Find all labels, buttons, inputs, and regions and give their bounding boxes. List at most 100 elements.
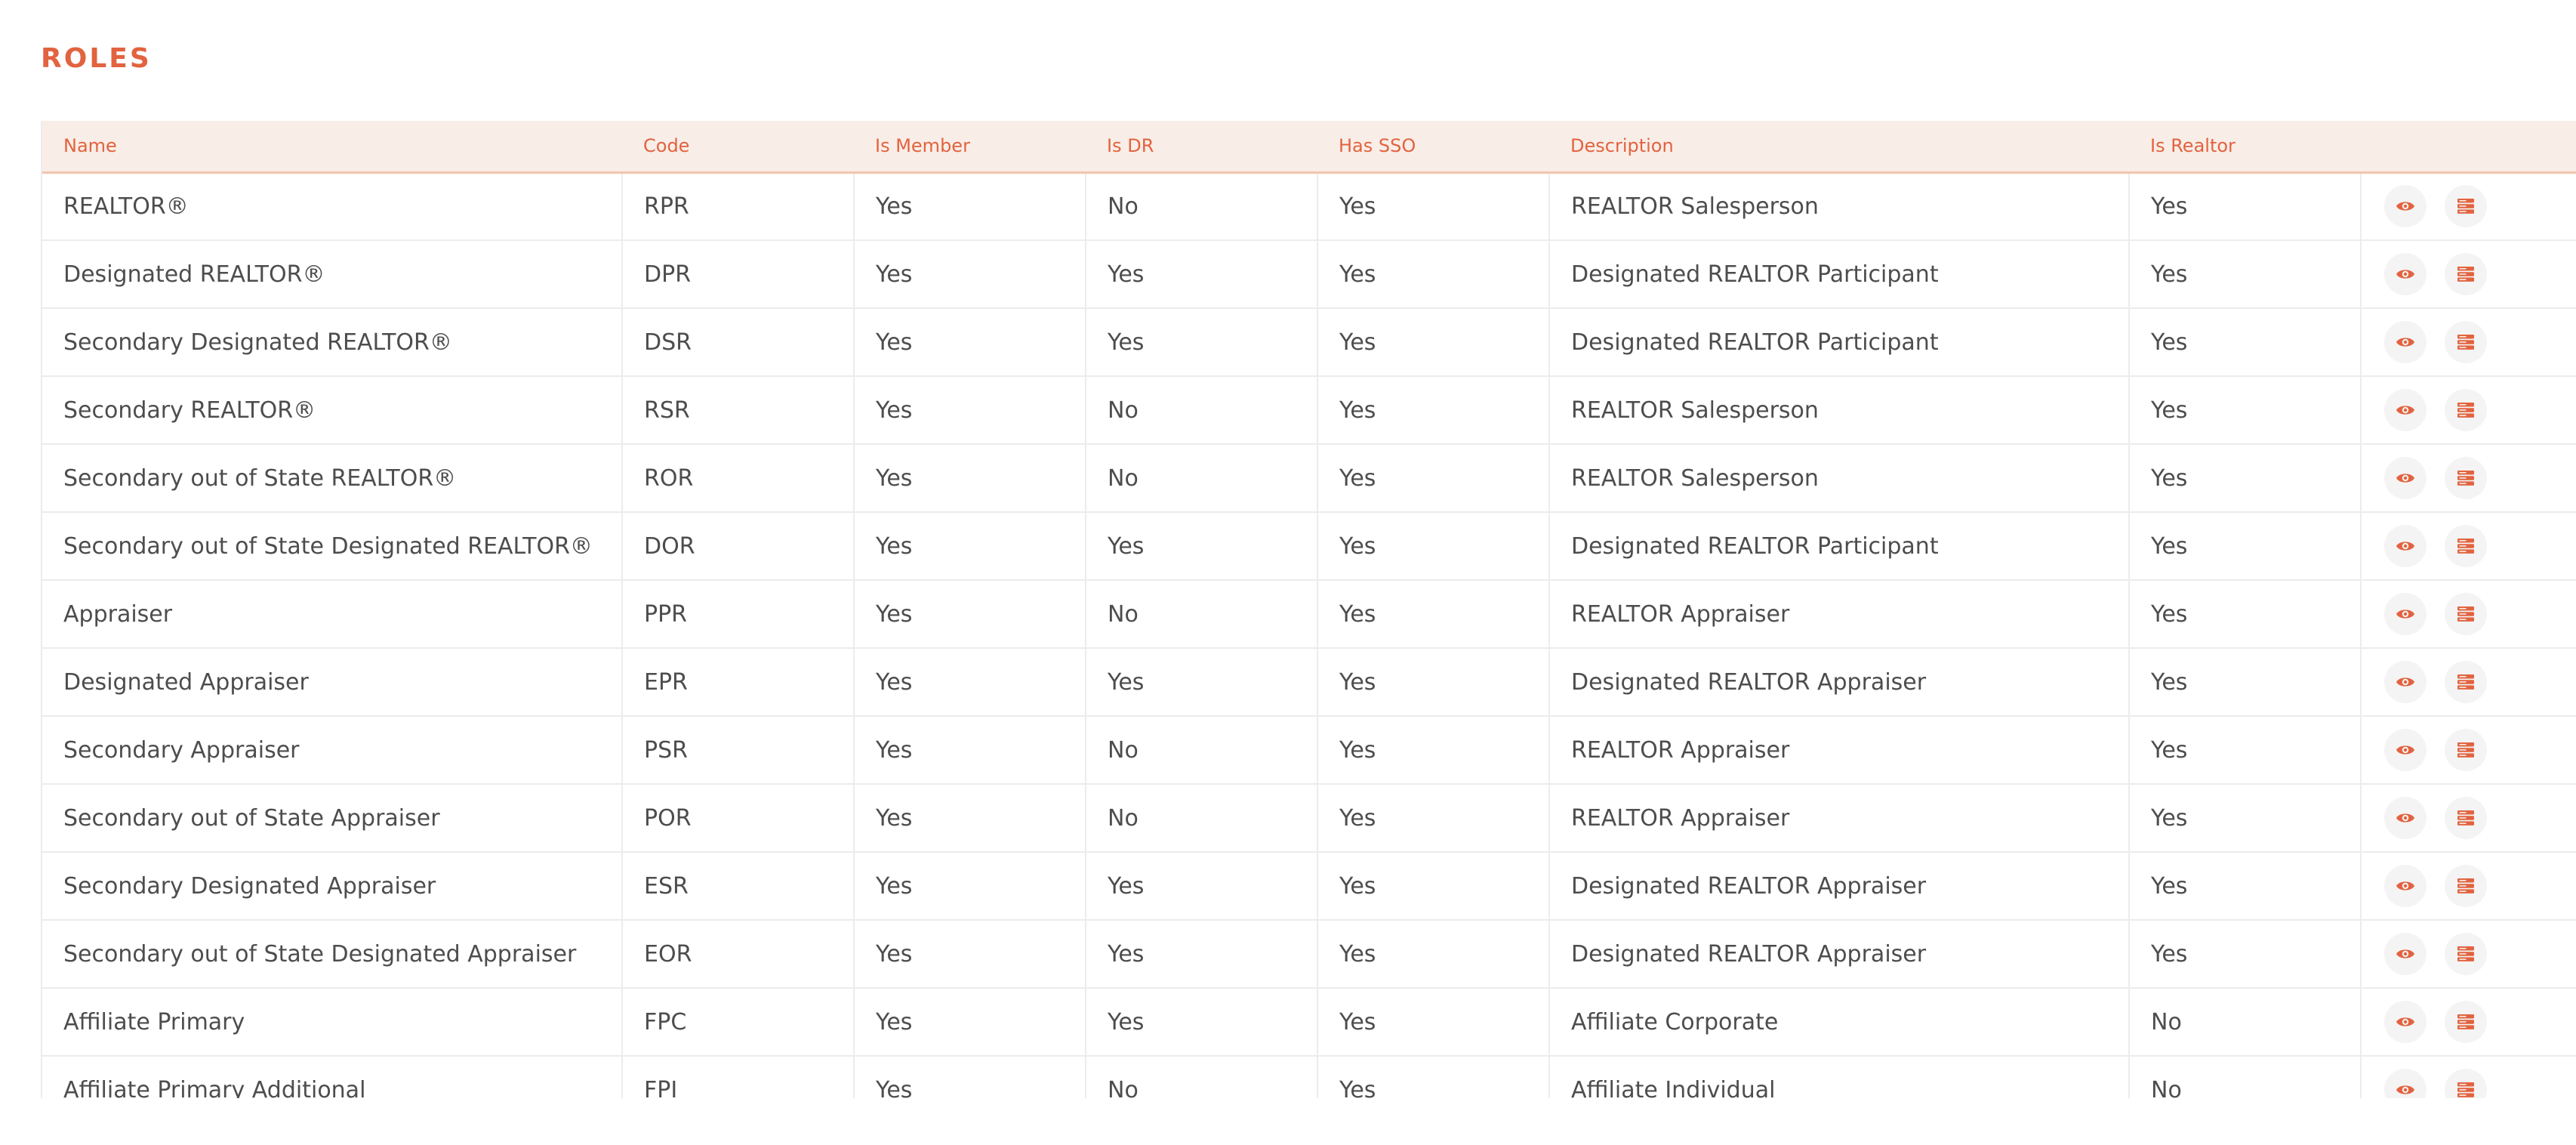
view-button[interactable] <box>2384 1001 2427 1043</box>
column-header-name[interactable]: Name <box>42 121 622 174</box>
column-header-is-dr[interactable]: Is DR <box>1086 121 1317 174</box>
table-header: Name Code Is Member Is DR Has SSO Descri… <box>42 121 2576 174</box>
cell-has-sso: Yes <box>1317 1056 1550 1098</box>
view-button[interactable] <box>2384 525 2427 567</box>
cell-code: PSR <box>622 716 855 785</box>
view-button[interactable] <box>2384 593 2427 635</box>
cell-name: Secondary out of State REALTOR® <box>42 444 623 513</box>
cell-name: Designated REALTOR® <box>42 240 623 309</box>
cell-is-realtor: Yes <box>2129 716 2362 785</box>
table-row[interactable]: Secondary out of State REALTOR® ROR Yes No Y… <box>42 444 2576 513</box>
cell-is-realtor: Yes <box>2129 580 2362 649</box>
cell-description: REALTOR Salesperson <box>1549 376 2130 445</box>
server-icon <box>2457 470 2475 486</box>
table-row[interactable]: Secondary out of State Designated REALTO… <box>42 512 2576 581</box>
view-button[interactable] <box>2384 389 2427 431</box>
cell-code: EPR <box>622 648 855 717</box>
table-row[interactable]: REALTOR® RPR Yes No Yes REALTOR Salesperson Ye… <box>42 172 2576 241</box>
details-button[interactable] <box>2445 729 2487 771</box>
roles-table-container[interactable]: Name Code Is Member Is DR Has SSO Descri… <box>41 121 2576 1098</box>
cell-description: Designated REALTOR Appraiser <box>1549 648 2130 717</box>
table-row[interactable]: Secondary Designated REALTOR® DSR Yes Yes Ye… <box>42 308 2576 377</box>
cell-is-member: Yes <box>854 580 1086 649</box>
details-button[interactable] <box>2445 185 2487 228</box>
details-button[interactable] <box>2445 865 2487 907</box>
column-header-actions <box>2361 121 2576 174</box>
column-header-is-member[interactable]: Is Member <box>854 121 1086 174</box>
cell-is-dr: Yes <box>1086 920 1318 989</box>
cell-is-member: Yes <box>854 988 1086 1057</box>
cell-code: DSR <box>622 308 855 377</box>
details-button[interactable] <box>2445 321 2487 363</box>
table-body: REALTOR® RPR Yes No Yes REALTOR Salesperson Ye… <box>42 172 2576 1098</box>
cell-actions <box>2361 784 2576 853</box>
cell-is-realtor: No <box>2129 1056 2362 1098</box>
details-button[interactable] <box>2445 389 2487 431</box>
view-button[interactable] <box>2384 185 2427 228</box>
eye-icon <box>2396 607 2415 621</box>
cell-name: Affiliate Primary Additional <box>42 1056 623 1098</box>
view-button[interactable] <box>2384 1069 2427 1098</box>
table-row[interactable]: Affiliate Primary Additional FPI Yes No Yes A… <box>42 1056 2576 1098</box>
view-button[interactable] <box>2384 321 2427 363</box>
cell-actions <box>2361 444 2576 513</box>
eye-icon <box>2396 743 2415 757</box>
cell-has-sso: Yes <box>1317 172 1550 241</box>
table-row[interactable]: Secondary out of State Designated Apprai… <box>42 920 2576 989</box>
cell-code: ESR <box>622 852 855 921</box>
cell-has-sso: Yes <box>1317 240 1550 309</box>
details-button[interactable] <box>2445 253 2487 295</box>
view-button[interactable] <box>2384 457 2427 499</box>
details-button[interactable] <box>2445 525 2487 567</box>
column-header-code[interactable]: Code <box>622 121 854 174</box>
cell-is-member: Yes <box>854 1056 1086 1098</box>
table-row[interactable]: Designated Appraiser EPR Yes Yes Yes Designat… <box>42 648 2576 717</box>
column-header-description[interactable]: Description <box>1549 121 2129 174</box>
table-row[interactable]: Appraiser PPR Yes No Yes REALTOR Appraiser Yes <box>42 580 2576 649</box>
cell-is-realtor: Yes <box>2129 172 2362 241</box>
view-button[interactable] <box>2384 661 2427 703</box>
view-button[interactable] <box>2384 933 2427 975</box>
column-header-is-realtor[interactable]: Is Realtor <box>2129 121 2361 174</box>
cell-name: Secondary out of State Designated Apprai… <box>42 920 623 989</box>
details-button[interactable] <box>2445 661 2487 703</box>
cell-is-member: Yes <box>854 852 1086 921</box>
view-button[interactable] <box>2384 253 2427 295</box>
cell-is-member: Yes <box>854 240 1086 309</box>
column-header-has-sso[interactable]: Has SSO <box>1317 121 1549 174</box>
details-button[interactable] <box>2445 797 2487 839</box>
table-row[interactable]: Secondary Designated Appraiser ESR Yes Yes Y… <box>42 852 2576 921</box>
server-icon <box>2457 878 2475 894</box>
table-row[interactable]: Secondary REALTOR® RSR Yes No Yes REALTOR Sal… <box>42 376 2576 445</box>
details-button[interactable] <box>2445 1001 2487 1043</box>
view-button[interactable] <box>2384 797 2427 839</box>
cell-is-dr: Yes <box>1086 308 1318 377</box>
cell-is-member: Yes <box>854 784 1086 853</box>
cell-is-realtor: Yes <box>2129 444 2362 513</box>
cell-is-realtor: No <box>2129 988 2362 1057</box>
server-icon <box>2457 742 2475 758</box>
eye-icon <box>2396 471 2415 485</box>
table-row[interactable]: Affiliate Primary FPC Yes Yes Yes Affiliate C… <box>42 988 2576 1057</box>
eye-icon <box>2396 1083 2415 1097</box>
cell-is-member: Yes <box>854 308 1086 377</box>
view-button[interactable] <box>2384 729 2427 771</box>
table-row[interactable]: Secondary out of State Appraiser POR Yes No… <box>42 784 2576 853</box>
cell-is-realtor: Yes <box>2129 920 2362 989</box>
cell-code: DPR <box>622 240 855 309</box>
cell-description: REALTOR Salesperson <box>1549 172 2130 241</box>
details-button[interactable] <box>2445 933 2487 975</box>
table-row[interactable]: Secondary Appraiser PSR Yes No Yes REALTOR Ap… <box>42 716 2576 785</box>
details-button[interactable] <box>2445 1069 2487 1098</box>
cell-actions <box>2361 308 2576 377</box>
cell-name: Secondary REALTOR® <box>42 376 623 445</box>
cell-description: Designated REALTOR Appraiser <box>1549 920 2130 989</box>
details-button[interactable] <box>2445 457 2487 499</box>
details-button[interactable] <box>2445 593 2487 635</box>
cell-is-member: Yes <box>854 648 1086 717</box>
view-button[interactable] <box>2384 865 2427 907</box>
cell-is-dr: Yes <box>1086 512 1318 581</box>
table-row[interactable]: Designated REALTOR® DPR Yes Yes Yes Designate… <box>42 240 2576 309</box>
cell-name: Secondary Designated Appraiser <box>42 852 623 921</box>
cell-actions <box>2361 716 2576 785</box>
